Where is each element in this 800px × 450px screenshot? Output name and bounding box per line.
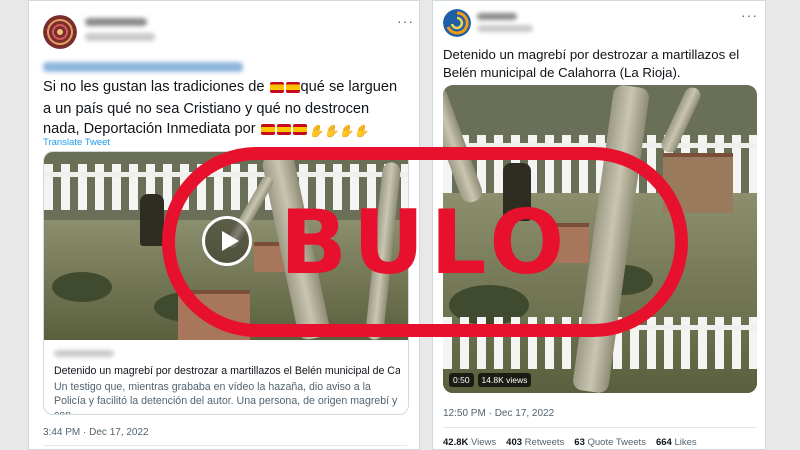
spain-flag-emoji <box>269 79 301 99</box>
tweet-text-line-1: Si no les gustan las tradiciones de <box>43 79 265 95</box>
stat-likes[interactable]: 664 Likes <box>656 437 697 448</box>
tweet-text: Detenido un magrebí por destrozar a mart… <box>443 47 740 80</box>
blurred-username <box>477 25 533 32</box>
tweet-text-line-1-end: qué se larguen <box>300 79 398 95</box>
card-title: Detenido un magrebí por destrozar a mart… <box>54 365 400 377</box>
avatar[interactable] <box>43 15 77 49</box>
video-time: 0:50 <box>449 373 474 387</box>
translate-tweet-link[interactable]: Translate Tweet <box>43 137 110 148</box>
avatar[interactable] <box>443 9 471 37</box>
more-dots-icon[interactable]: ··· <box>397 13 414 29</box>
tweet-timestamp[interactable]: 3:44 PM · Dec 17, 2022 <box>43 427 149 438</box>
folded-hands-emoji: ✋✋✋✋ <box>308 124 369 138</box>
blurred-link[interactable] <box>43 62 243 72</box>
blurred-card-domain <box>54 350 114 357</box>
fake-news-stamp: BULO <box>162 147 688 337</box>
blurred-display-name <box>85 18 147 26</box>
tweet-text-line-3: nada, Deportación Inmediata por <box>43 121 256 137</box>
tweet-stats: 42.8K Views 403 Retweets 63 Quote Tweets… <box>443 437 697 448</box>
spain-flag-emoji <box>260 121 308 141</box>
stamp-text: BULO <box>279 190 571 294</box>
stat-quote-tweets[interactable]: 63 Quote Tweets <box>574 437 646 448</box>
more-dots-icon[interactable]: ··· <box>741 7 758 23</box>
stat-retweets[interactable]: 403 Retweets <box>506 437 564 448</box>
tweet-timestamp[interactable]: 12:50 PM · Dec 17, 2022 <box>443 408 554 419</box>
divider <box>43 445 407 446</box>
blurred-username <box>85 33 155 41</box>
stat-views[interactable]: 42.8K Views <box>443 437 496 448</box>
card-description: Un testigo que, mientras grababa en víde… <box>54 381 398 415</box>
video-views: 14.8K views <box>477 373 532 387</box>
tweet-text: Si no les gustan las tradiciones de qué … <box>43 77 415 141</box>
video-controls: 0:50 14.8K views <box>449 373 532 387</box>
blurred-display-name <box>477 13 517 20</box>
divider <box>443 427 757 428</box>
tweet-text-line-2: a un país qué no sea Cristiano y qué no … <box>43 101 370 117</box>
